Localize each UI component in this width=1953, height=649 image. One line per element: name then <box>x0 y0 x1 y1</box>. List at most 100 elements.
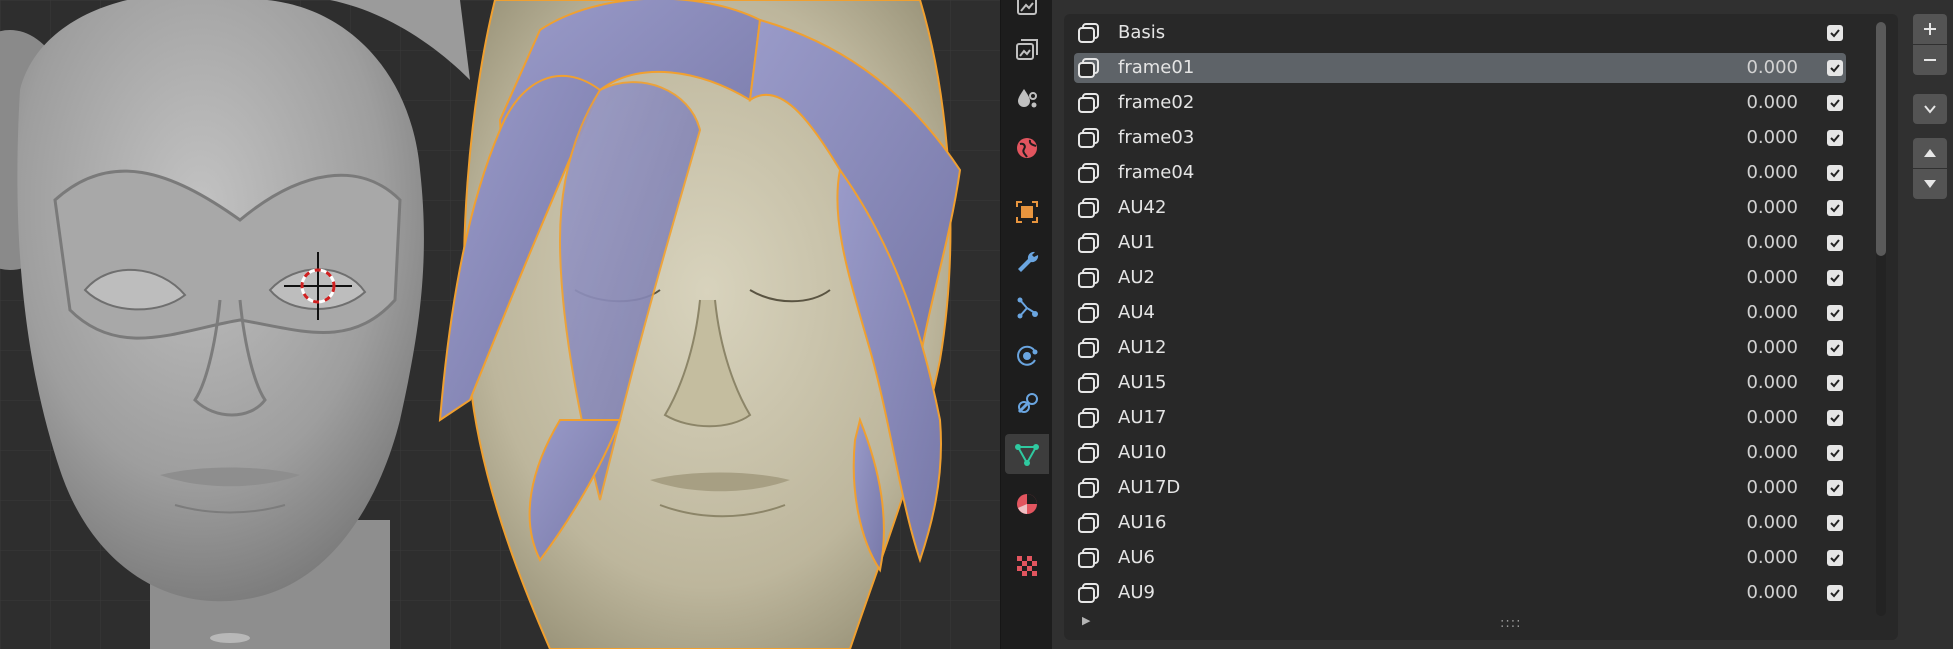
properties-tab-bar <box>1000 0 1053 649</box>
shape-key-row[interactable]: AU42 0.000 <box>1074 193 1846 223</box>
shape-key-value[interactable]: 0.000 <box>1674 333 1798 363</box>
triangle-down-icon <box>1924 180 1936 188</box>
shape-key-value[interactable]: 0.000 <box>1674 193 1798 223</box>
scene-tab[interactable] <box>1005 78 1049 118</box>
material-icon <box>1017 494 1037 514</box>
view-layer-tab[interactable] <box>1005 30 1049 70</box>
shape-key-icon <box>1078 198 1100 218</box>
shape-key-value[interactable]: 0.000 <box>1674 228 1798 258</box>
shape-key-specials-button[interactable] <box>1913 94 1947 124</box>
shape-key-name[interactable]: AU6 <box>1118 543 1155 573</box>
shape-key-value[interactable]: 0.000 <box>1674 473 1798 503</box>
shape-key-row[interactable]: frame03 0.000 <box>1074 123 1846 153</box>
shape-key-value[interactable]: 0.000 <box>1674 123 1798 153</box>
shape-key-name[interactable]: Basis <box>1118 18 1165 48</box>
shape-key-value[interactable]: 0.000 <box>1674 368 1798 398</box>
shape-key-value[interactable]: 0.000 <box>1674 508 1798 538</box>
shape-key-mute-checkbox[interactable] <box>1827 130 1843 146</box>
shape-key-mute-checkbox[interactable] <box>1827 585 1843 601</box>
shape-key-name[interactable]: frame02 <box>1118 88 1194 118</box>
output-tab[interactable] <box>1005 0 1049 26</box>
shape-key-name[interactable]: AU17D <box>1118 473 1180 503</box>
world-tab[interactable] <box>1005 128 1049 168</box>
shape-key-value[interactable]: 0.000 <box>1674 438 1798 468</box>
shape-key-icon <box>1078 338 1100 358</box>
shape-key-value[interactable]: 0.000 <box>1674 263 1798 293</box>
shape-key-name[interactable]: AU2 <box>1118 263 1155 293</box>
shape-key-row[interactable]: AU10 0.000 <box>1074 438 1846 468</box>
shape-key-mute-checkbox[interactable] <box>1827 60 1843 76</box>
shape-key-value[interactable]: 0.000 <box>1674 543 1798 573</box>
shape-key-mute-checkbox[interactable] <box>1827 480 1843 496</box>
shape-key-mute-checkbox[interactable] <box>1827 270 1843 286</box>
physics-tab[interactable] <box>1005 336 1049 376</box>
move-down-button[interactable] <box>1913 169 1947 199</box>
shape-key-name[interactable]: AU17 <box>1118 403 1166 433</box>
shape-key-value[interactable]: 0.000 <box>1674 403 1798 433</box>
list-resize-grip[interactable]: :::: <box>1500 616 1522 631</box>
shape-key-row[interactable]: AU4 0.000 <box>1074 298 1846 328</box>
add-shape-key-button[interactable] <box>1913 14 1947 44</box>
shape-key-row[interactable]: frame02 0.000 <box>1074 88 1846 118</box>
list-filter-expand-icon[interactable]: ▶ <box>1082 614 1090 627</box>
remove-shape-key-button[interactable] <box>1913 45 1947 75</box>
shape-key-mute-checkbox[interactable] <box>1827 340 1843 356</box>
shape-key-name[interactable]: frame03 <box>1118 123 1194 153</box>
shape-key-row[interactable]: Basis <box>1074 18 1846 48</box>
shape-key-row[interactable]: AU15 0.000 <box>1074 368 1846 398</box>
shape-key-mute-checkbox[interactable] <box>1827 375 1843 391</box>
shape-key-name[interactable]: frame01 <box>1118 53 1194 83</box>
shape-key-value[interactable]: 0.000 <box>1674 578 1798 608</box>
constraints-tab[interactable] <box>1005 384 1049 424</box>
shape-key-icon <box>1078 163 1100 183</box>
shape-key-row[interactable]: frame04 0.000 <box>1074 158 1846 188</box>
shape-key-row[interactable]: AU2 0.000 <box>1074 263 1846 293</box>
triangle-up-icon <box>1924 149 1936 157</box>
shape-key-mute-checkbox[interactable] <box>1827 550 1843 566</box>
data-tab[interactable] <box>1005 434 1049 474</box>
shape-key-name[interactable]: frame04 <box>1118 158 1194 188</box>
shape-key-mute-checkbox[interactable] <box>1827 515 1843 531</box>
shape-key-value[interactable]: 0.000 <box>1674 158 1798 188</box>
shape-key-mute-checkbox[interactable] <box>1827 200 1843 216</box>
shape-key-name[interactable]: AU42 <box>1118 193 1166 223</box>
shape-key-name[interactable]: AU1 <box>1118 228 1155 258</box>
shape-key-row[interactable]: frame01 0.000 <box>1074 53 1846 83</box>
shape-key-mute-checkbox[interactable] <box>1827 25 1843 41</box>
shape-key-list[interactable]: Basis frame01 0.000 frame02 0.000 frame03 0.00… <box>1064 14 1898 640</box>
view-layer-icon <box>1016 39 1038 60</box>
shape-key-name[interactable]: AU16 <box>1118 508 1166 538</box>
shape-key-row[interactable]: AU17 0.000 <box>1074 403 1846 433</box>
shape-key-icon <box>1078 268 1100 288</box>
shape-key-row[interactable]: AU17D 0.000 <box>1074 473 1846 503</box>
3d-viewport[interactable] <box>0 0 1000 649</box>
move-up-button[interactable] <box>1913 138 1947 168</box>
texture-tab[interactable] <box>1005 546 1049 586</box>
material-tab[interactable] <box>1005 484 1049 524</box>
shape-key-row[interactable]: AU6 0.000 <box>1074 543 1846 573</box>
shape-key-value[interactable]: 0.000 <box>1674 53 1798 83</box>
shape-key-mute-checkbox[interactable] <box>1827 165 1843 181</box>
shape-key-name[interactable]: AU9 <box>1118 578 1155 608</box>
list-scrollbar-thumb[interactable] <box>1876 22 1886 256</box>
shape-key-value[interactable]: 0.000 <box>1674 88 1798 118</box>
object-tab[interactable] <box>1005 192 1049 232</box>
list-scrollbar[interactable] <box>1876 22 1886 616</box>
shape-key-row[interactable]: AU12 0.000 <box>1074 333 1846 363</box>
shape-key-name[interactable]: AU10 <box>1118 438 1166 468</box>
shape-key-name[interactable]: AU12 <box>1118 333 1166 363</box>
particles-tab[interactable] <box>1005 288 1049 328</box>
shape-key-mute-checkbox[interactable] <box>1827 95 1843 111</box>
shape-key-mute-checkbox[interactable] <box>1827 410 1843 426</box>
shape-key-name[interactable]: AU15 <box>1118 368 1166 398</box>
shape-key-row[interactable]: AU9 0.000 <box>1074 578 1846 608</box>
shape-key-row[interactable]: AU1 0.000 <box>1074 228 1846 258</box>
shape-key-name[interactable]: AU4 <box>1118 298 1155 328</box>
shape-key-value[interactable]: 0.000 <box>1674 298 1798 328</box>
plus-icon <box>1924 23 1936 35</box>
shape-key-row[interactable]: AU16 0.000 <box>1074 508 1846 538</box>
shape-key-mute-checkbox[interactable] <box>1827 235 1843 251</box>
shape-key-mute-checkbox[interactable] <box>1827 445 1843 461</box>
shape-key-mute-checkbox[interactable] <box>1827 305 1843 321</box>
modifier-tab[interactable] <box>1005 240 1049 280</box>
